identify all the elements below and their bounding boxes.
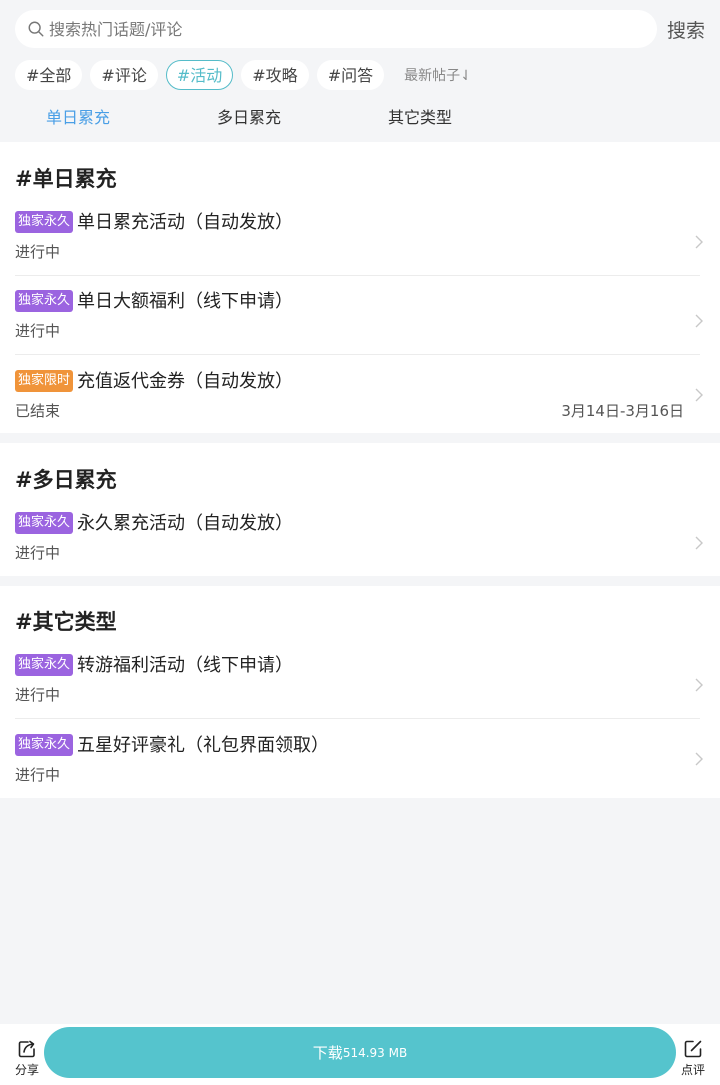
list-item[interactable]: 独家永久 单日大额福利（线下申请） 进行中 xyxy=(0,290,720,369)
sort-toggle[interactable]: 最新帖子⇃ xyxy=(404,65,472,85)
tag-chip-events[interactable]: #活动 xyxy=(165,60,234,90)
chevron-right-icon xyxy=(695,536,703,550)
badge-permanent: 独家永久 xyxy=(15,734,74,756)
section-title: #单日累充 xyxy=(15,167,117,191)
item-title: 充值返代金券（自动发放） xyxy=(77,371,293,392)
badge-permanent: 独家永久 xyxy=(15,654,74,676)
download-size: 514.93 MB xyxy=(342,1045,408,1060)
list-item[interactable]: 独家永久 单日累充活动（自动发放） 进行中 xyxy=(0,211,720,290)
tab-multi-day[interactable]: 多日累充 xyxy=(217,104,281,128)
item-status: 进行中 xyxy=(15,322,61,340)
tab-bar: 单日累充 多日累充 其它类型 xyxy=(0,104,720,136)
tag-filter-row: #全部 #评论 #活动 #攻略 #问答 最新帖子⇃ xyxy=(15,59,472,91)
item-title: 单日累充活动（自动发放） xyxy=(77,212,293,233)
share-button[interactable]: 分享 xyxy=(7,1038,47,1082)
review-button[interactable]: 点评 xyxy=(673,1038,713,1082)
badge-permanent: 独家永久 xyxy=(15,512,74,534)
section-multi-day: #多日累充 独家永久 永久累充活动（自动发放） 进行中 xyxy=(0,443,720,576)
list-item[interactable]: 独家永久 转游福利活动（线下申请） 进行中 xyxy=(0,654,720,733)
item-status: 已结束 xyxy=(15,402,61,420)
review-label: 点评 xyxy=(680,1063,705,1077)
bottom-action-bar: 分享 下载 514.93 MB 点评 xyxy=(0,1024,720,1085)
search-button[interactable]: 搜索 xyxy=(667,16,705,43)
tab-other-types[interactable]: 其它类型 xyxy=(388,104,452,128)
share-icon xyxy=(18,1040,35,1058)
chevron-right-icon xyxy=(695,235,703,249)
item-title: 永久累充活动（自动发放） xyxy=(77,513,293,534)
section-other-types: #其它类型 独家永久 转游福利活动（线下申请） 进行中 独家永久 五星好评豪礼（… xyxy=(0,586,720,798)
section-title: #其它类型 xyxy=(15,610,117,634)
divider xyxy=(15,718,700,719)
item-title: 单日大额福利（线下申请） xyxy=(77,291,293,312)
chevron-right-icon xyxy=(695,678,703,692)
search-box[interactable] xyxy=(15,10,657,48)
download-label: 下载 xyxy=(312,1044,343,1062)
badge-permanent: 独家永久 xyxy=(15,290,74,312)
item-status: 进行中 xyxy=(15,544,61,562)
tag-chip-comments[interactable]: #评论 xyxy=(90,60,158,90)
tag-chip-all[interactable]: #全部 xyxy=(15,60,83,90)
section-title: #多日累充 xyxy=(15,468,117,492)
download-button[interactable]: 下载 514.93 MB xyxy=(44,1027,676,1078)
divider xyxy=(15,275,700,276)
search-icon xyxy=(28,21,44,37)
chevron-right-icon xyxy=(695,314,703,328)
search-row: 搜索 xyxy=(0,0,720,58)
item-title: 五星好评豪礼（礼包界面领取） xyxy=(77,735,329,756)
list-item[interactable]: 独家限时 充值返代金券（自动发放） 已结束 3月14日-3月16日 xyxy=(0,370,720,449)
badge-permanent: 独家永久 xyxy=(15,211,74,233)
list-item[interactable]: 独家永久 永久累充活动（自动发放） 进行中 xyxy=(0,512,720,591)
page: 搜索 #全部 #评论 #活动 #攻略 #问答 最新帖子⇃ 单日累充 多日累充 其… xyxy=(0,0,720,1085)
tag-chip-guides[interactable]: #攻略 xyxy=(241,60,309,90)
list-item[interactable]: 独家永久 五星好评豪礼（礼包界面领取） 进行中 xyxy=(0,734,720,813)
item-title: 转游福利活动（线下申请） xyxy=(77,655,293,676)
tab-single-day[interactable]: 单日累充 xyxy=(46,104,110,128)
chevron-right-icon xyxy=(695,388,703,402)
edit-icon xyxy=(684,1040,702,1058)
chevron-right-icon xyxy=(695,752,703,766)
search-input[interactable] xyxy=(49,19,609,39)
item-status: 进行中 xyxy=(15,243,61,261)
divider xyxy=(15,354,700,355)
share-label: 分享 xyxy=(14,1063,39,1077)
badge-limited: 独家限时 xyxy=(15,370,74,392)
tag-chip-qa[interactable]: #问答 xyxy=(316,60,385,90)
item-status: 进行中 xyxy=(15,766,61,784)
item-date-range: 3月14日-3月16日 xyxy=(561,402,684,420)
item-status: 进行中 xyxy=(15,686,61,704)
section-single-day: #单日累充 独家永久 单日累充活动（自动发放） 进行中 独家永久 单日大额福利（… xyxy=(0,142,720,433)
